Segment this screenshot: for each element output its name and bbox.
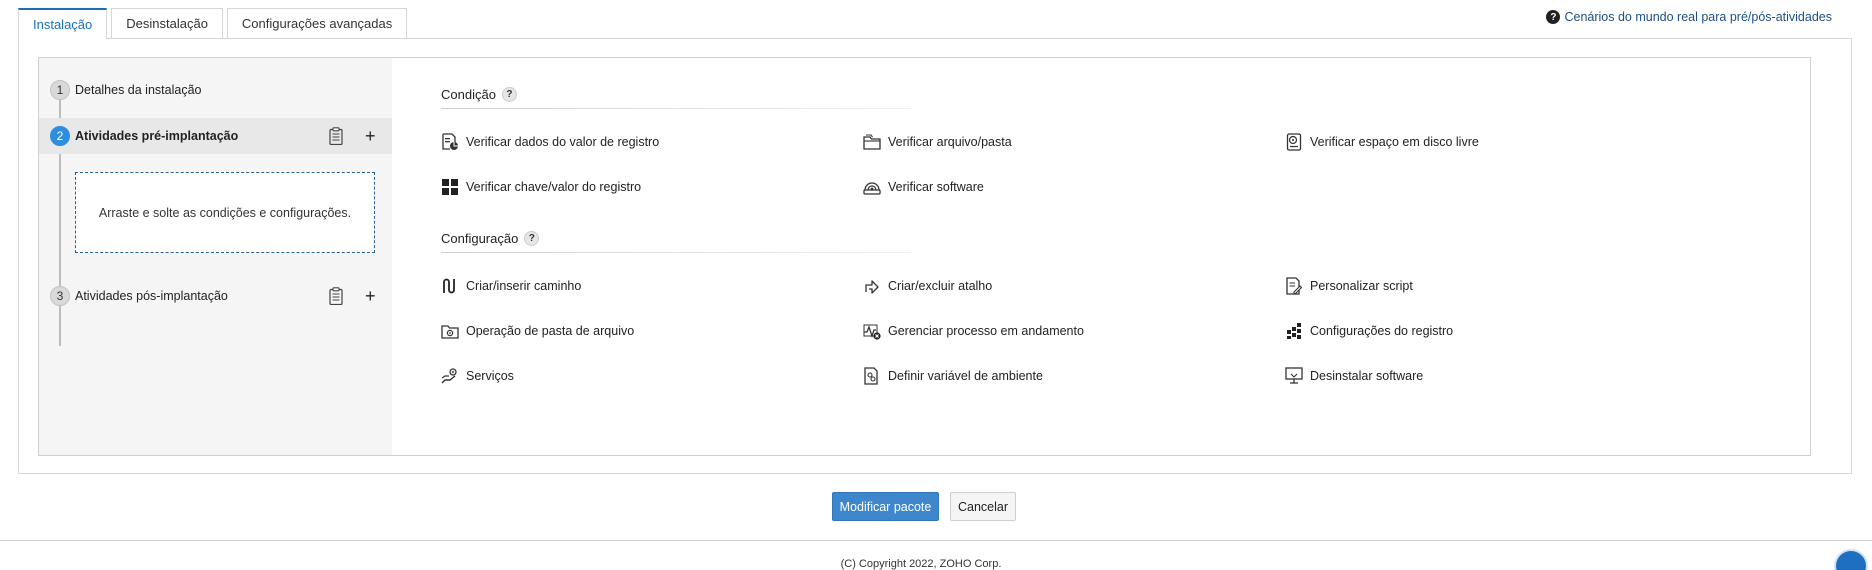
set-environment-variable[interactable]: Definir variável de ambiente <box>863 367 1043 385</box>
tab-advanced-settings[interactable]: Configurações avançadas <box>226 8 408 38</box>
modify-package-button[interactable]: Modificar pacote <box>832 492 939 521</box>
env-variable-icon <box>864 367 878 385</box>
item-label: Definir variável de ambiente <box>888 369 1043 383</box>
item-label: Desinstalar software <box>1310 369 1424 383</box>
tab-bar: Instalação Desinstalação Configurações a… <box>18 8 411 39</box>
item-label: Verificar arquivo/pasta <box>888 135 1012 149</box>
disk-icon <box>1286 133 1302 151</box>
add-pre-activity-icon[interactable]: + <box>365 127 376 145</box>
path-icon <box>443 278 455 294</box>
create-insert-path[interactable]: Criar/inserir caminho <box>441 277 581 295</box>
activities-panel: 1 Detalhes da instalação 2 Atividades pr… <box>38 57 1811 456</box>
real-world-scenarios-label: Cenários do mundo real para pré/pós-ativ… <box>1564 10 1832 24</box>
step-label: Atividades pré-implantação <box>75 129 239 143</box>
question-icon: ? <box>1546 10 1561 24</box>
manage-running-process[interactable]: Gerenciar processo em andamento <box>863 322 1084 340</box>
item-label: Criar/excluir atalho <box>888 279 993 293</box>
step-pre-deployment[interactable]: 2 Atividades pré-implantação + <box>39 118 392 154</box>
copyright: (C) Copyright 2022, ZOHO Corp. <box>840 558 1002 570</box>
script-icon <box>1286 277 1303 295</box>
step-number: 2 <box>50 126 70 146</box>
registry-settings-icon <box>1287 323 1301 339</box>
check-registry-key-value[interactable]: Verificar chave/valor do registro <box>441 178 641 196</box>
condition-title: Condição <box>441 87 496 102</box>
step-post-deployment[interactable]: 3 Atividades pós-implantação + <box>39 278 392 314</box>
activities-palette: Condição ? Verificar dados do valor de r… <box>392 58 1810 455</box>
step-label: Atividades pós-implantação <box>75 289 228 303</box>
condition-divider <box>441 108 911 109</box>
configuration-help-icon[interactable]: ? <box>524 231 540 246</box>
uninstall-icon <box>1285 367 1303 384</box>
tab-uninstallation[interactable]: Desinstalação <box>111 8 223 38</box>
add-post-activity-icon[interactable]: + <box>365 287 376 305</box>
configuration-section-title: Configuração ? <box>441 231 540 246</box>
step-installation-details[interactable]: 1 Detalhes da instalação <box>39 72 392 108</box>
item-label: Gerenciar processo em andamento <box>888 324 1084 338</box>
services[interactable]: Serviços <box>441 367 514 385</box>
configuration-divider <box>441 252 911 253</box>
registry-settings[interactable]: Configurações do registro <box>1285 322 1453 340</box>
create-delete-shortcut[interactable]: Criar/excluir atalho <box>863 277 992 295</box>
check-software[interactable]: Verificar software <box>863 178 984 196</box>
real-world-scenarios-link[interactable]: ? Cenários do mundo real para pré/pós-at… <box>1546 10 1832 24</box>
shortcut-icon <box>865 280 879 294</box>
item-label: Verificar dados do valor de registro <box>466 135 660 149</box>
check-free-disk-space[interactable]: Verificar espaço em disco livre <box>1285 133 1479 151</box>
step-number: 1 <box>50 80 70 100</box>
software-icon <box>863 182 881 195</box>
tab-installation[interactable]: Instalação <box>18 8 108 39</box>
steps-sidebar: 1 Detalhes da instalação 2 Atividades pr… <box>39 58 392 455</box>
uninstall-software[interactable]: Desinstalar software <box>1285 367 1423 385</box>
configuration-title: Configuração <box>441 231 519 246</box>
check-registry-value-data[interactable]: Verificar dados do valor de registro <box>441 133 659 151</box>
step-number: 3 <box>50 286 70 306</box>
item-label: Configurações do registro <box>1310 324 1454 338</box>
item-label: Serviços <box>466 369 514 383</box>
registry-key-icon <box>442 179 458 195</box>
condition-section-title: Condição ? <box>441 87 517 102</box>
item-label: Operação de pasta de arquivo <box>466 324 635 338</box>
folder-icon <box>863 134 881 150</box>
cancel-button[interactable]: Cancelar <box>950 492 1016 521</box>
process-icon <box>863 324 881 340</box>
item-label: Verificar software <box>888 180 984 194</box>
folder-operation-icon <box>441 325 459 339</box>
footer-divider <box>0 540 1872 541</box>
item-label: Verificar espaço em disco livre <box>1310 135 1479 149</box>
item-label: Verificar chave/valor do registro <box>466 180 642 194</box>
condition-help-icon[interactable]: ? <box>501 87 517 102</box>
services-icon <box>441 368 457 384</box>
clipboard-icon[interactable] <box>329 127 343 145</box>
item-label: Personalizar script <box>1310 279 1413 293</box>
registry-data-icon <box>442 133 458 150</box>
file-folder-operation[interactable]: Operação de pasta de arquivo <box>441 322 634 340</box>
item-label: Criar/inserir caminho <box>466 279 582 293</box>
chat-icon[interactable] <box>1834 549 1868 570</box>
check-file-folder[interactable]: Verificar arquivo/pasta <box>863 133 1012 151</box>
clipboard-icon[interactable] <box>329 287 343 305</box>
customize-script[interactable]: Personalizar script <box>1285 277 1413 295</box>
step-label: Detalhes da instalação <box>75 83 202 97</box>
drop-zone[interactable]: Arraste e solte as condições e configura… <box>75 172 375 253</box>
